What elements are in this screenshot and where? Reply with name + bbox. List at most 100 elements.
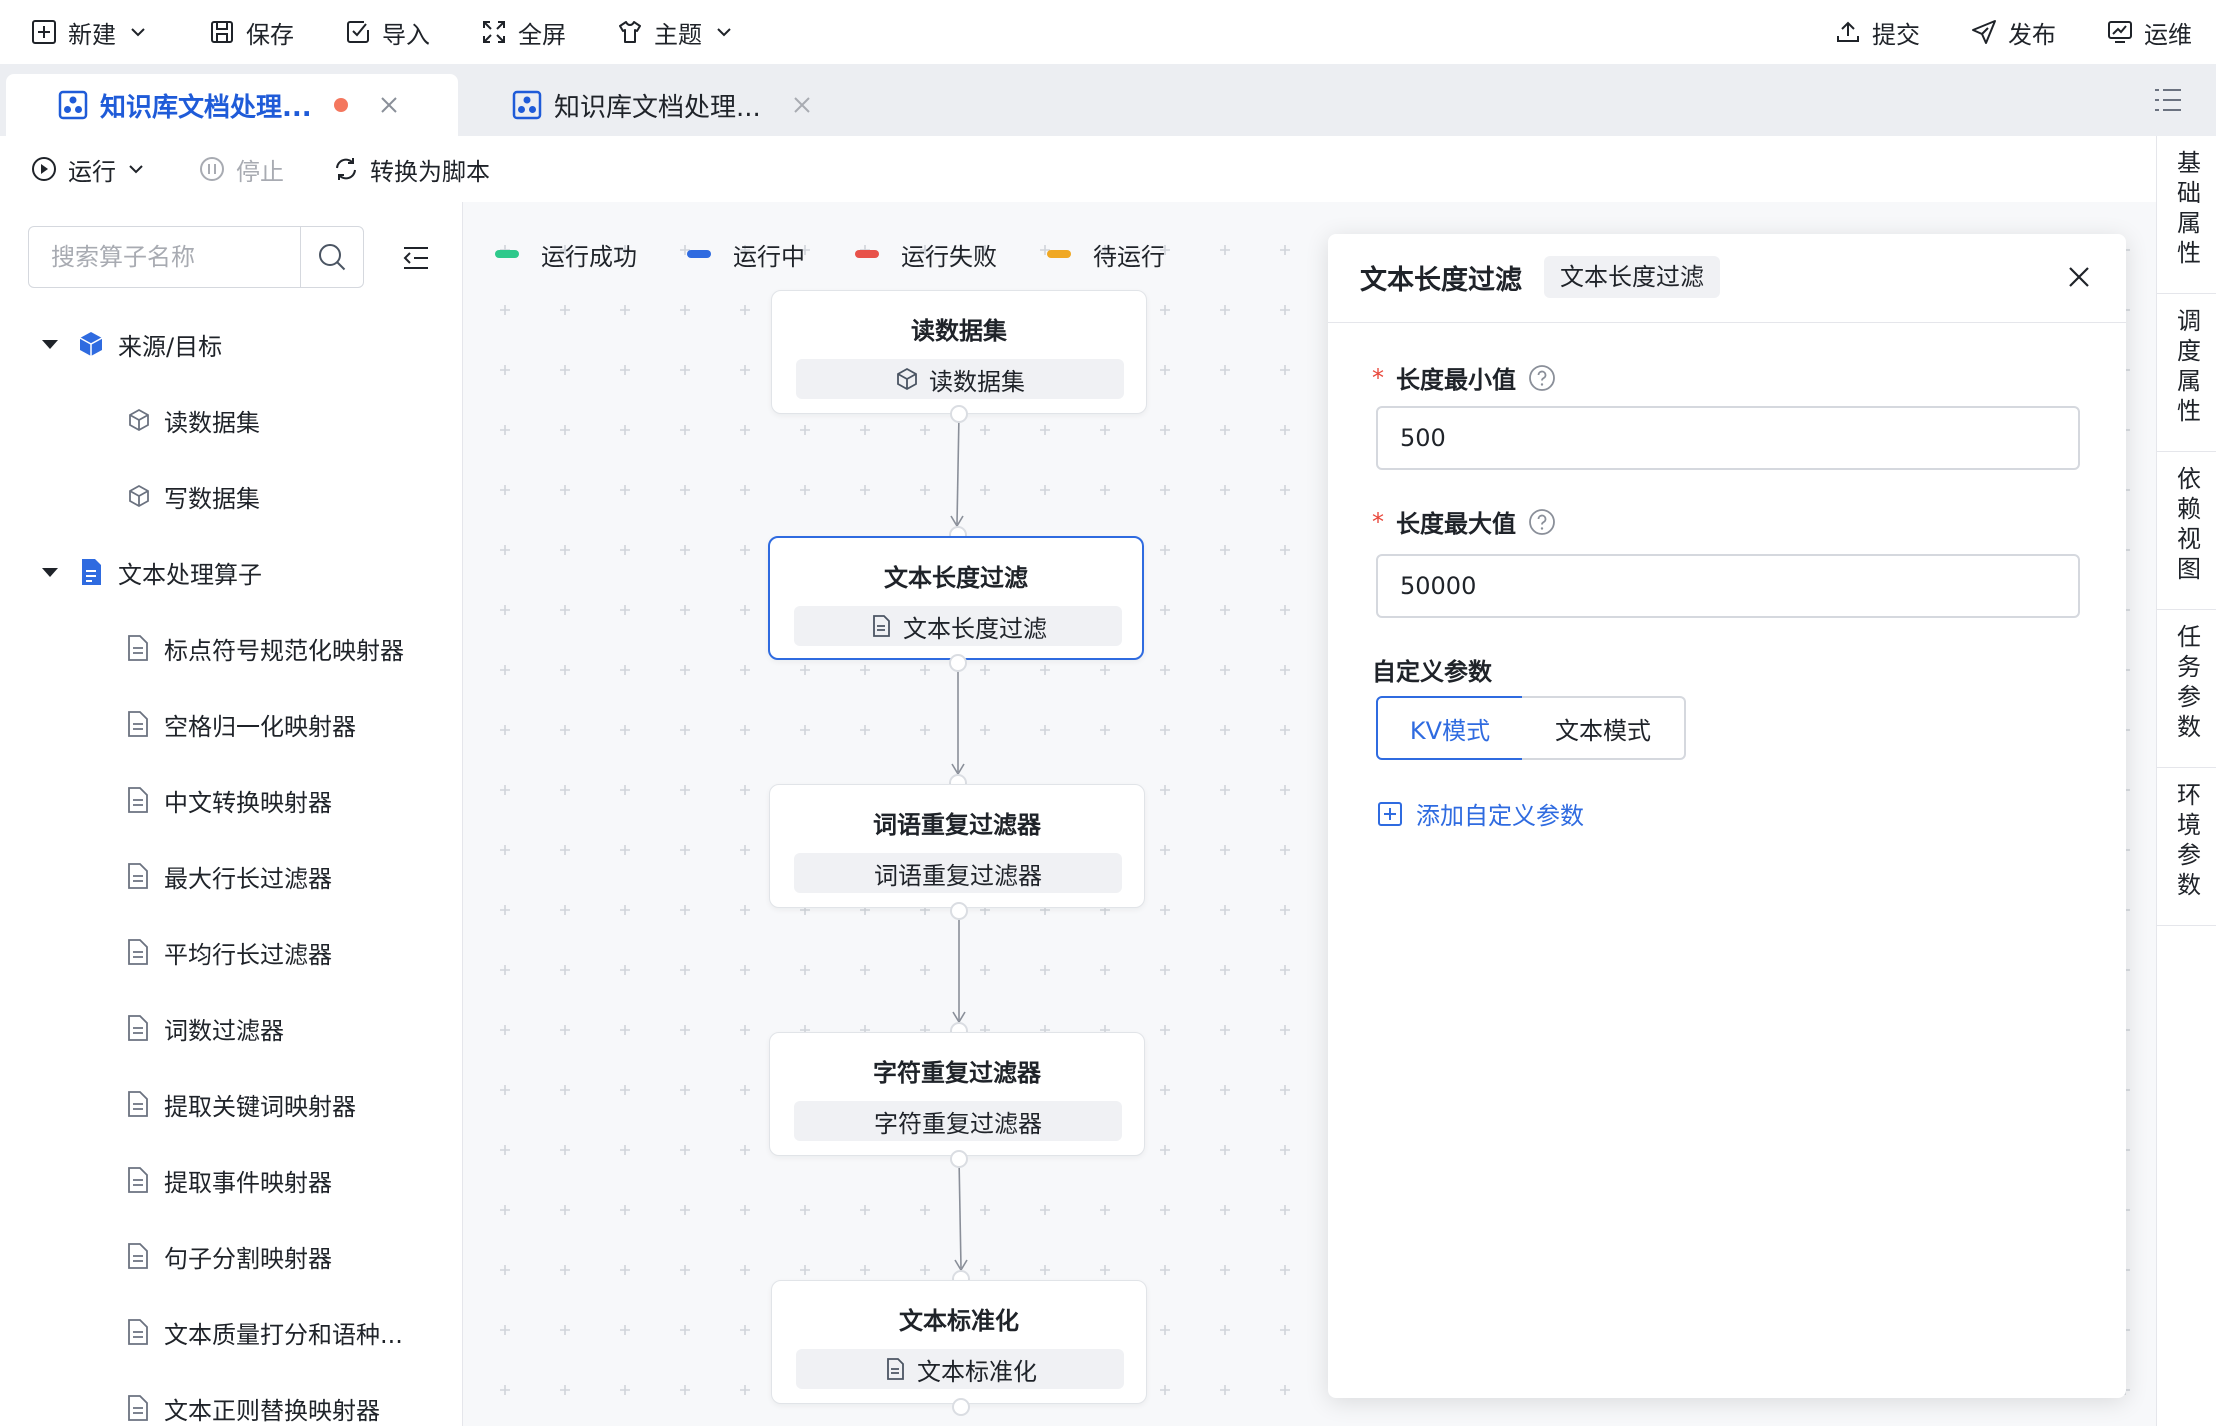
tree-item[interactable]: 平均行长过滤器 [126,932,332,972]
add-custom-param-button[interactable]: 添加自定义参数 [1376,796,1584,831]
tree-item[interactable]: 中文转换映射器 [126,780,332,820]
node-output-port[interactable] [952,1398,970,1416]
tab-basic-properties[interactable]: 基础属性 [2157,136,2216,294]
tree-item[interactable]: 读数据集 [126,400,260,440]
vtab-label: 环境参数 [2172,782,2201,902]
tree-group-source-target[interactable]: 来源/目标 [40,324,222,364]
legend-label: 运行成功 [541,242,637,271]
list-menu-icon[interactable] [2152,84,2184,116]
close-icon[interactable] [378,94,400,116]
flow-node-text-normalize[interactable]: 文本标准化 文本标准化 [771,1280,1147,1404]
help-circle-icon[interactable] [1528,364,1556,392]
node-output-port[interactable] [950,902,968,920]
collapse-sidebar-icon[interactable] [400,242,432,274]
legend-pending: 待运行 [1047,236,1165,272]
tab-task-params[interactable]: 任务参数 [2157,610,2216,768]
tree-item[interactable]: 提取关键词映射器 [126,1084,356,1124]
custom-params-label: 自定义参数 [1372,658,1492,686]
close-icon[interactable] [2066,264,2092,290]
tree-item[interactable]: 写数据集 [126,476,260,516]
fullscreen-button[interactable]: 全屏 [480,0,566,64]
node-title: 文本标准化 [899,1307,1019,1335]
publish-button[interactable]: 发布 [1970,0,2056,64]
tree-item[interactable]: 词数过滤器 [126,1008,284,1048]
max-length-label: * 长度最大值 [1372,504,1556,539]
convert-to-script-button[interactable]: 转换为脚本 [332,136,490,202]
field-label: 长度最大值 [1396,510,1516,538]
vtab-label: 任务参数 [2172,624,2201,744]
new-label: 新建 [68,20,116,49]
close-icon[interactable] [791,94,813,116]
ops-label: 运维 [2144,20,2192,49]
search-input[interactable] [29,242,313,272]
document-icon [128,787,148,813]
caret-down-icon [42,340,58,349]
submit-button[interactable]: 提交 [1834,0,1920,64]
ops-button[interactable]: 运维 [2106,0,2192,64]
node-title: 词语重复过滤器 [873,811,1041,839]
add-param-label: 添加自定义参数 [1416,802,1584,830]
field-label: 长度最小值 [1396,366,1516,394]
legend-swatch [855,250,879,258]
cube-outline-icon [129,484,149,508]
run-toolbar: 运行 停止 转换为脚本 [0,136,2156,203]
submit-label: 提交 [1872,20,1920,49]
text-mode-button[interactable]: 文本模式 [1522,696,1686,760]
flow-node-char-repeat-filter[interactable]: 字符重复过滤器 字符重复过滤器 [769,1032,1145,1156]
tree-item[interactable]: 空格归一化映射器 [126,704,356,744]
node-output-port[interactable] [949,654,967,672]
vtab-label: 调度属性 [2172,308,2201,428]
help-circle-icon[interactable] [1528,508,1556,536]
vtab-label: 基础属性 [2172,150,2201,270]
fullscreen-label: 全屏 [518,20,566,49]
node-output-port[interactable] [950,405,968,423]
tab-dependency-view[interactable]: 依赖视图 [2157,452,2216,610]
shirt-icon [619,21,641,43]
save-label: 保存 [246,20,294,49]
tab-workflow-2[interactable]: 知识库文档处理... [512,74,813,136]
flow-node-word-repeat-filter[interactable]: 词语重复过滤器 词语重复过滤器 [769,784,1145,908]
import-button[interactable]: 导入 [344,0,430,64]
drawer-type-tag: 文本长度过滤 [1544,256,1720,298]
tree-item[interactable]: 标点符号规范化映射器 [126,628,404,668]
tree-group-text-operators[interactable]: 文本处理算子 [40,552,262,592]
min-length-label: * 长度最小值 [1372,360,1556,395]
kv-mode-button[interactable]: KV模式 [1376,696,1524,760]
legend-failed: 运行失败 [855,236,997,272]
new-button[interactable]: 新建 [30,0,148,64]
min-length-input[interactable] [1376,406,2080,470]
tree-item-label: 中文转换映射器 [164,788,332,817]
theme-button[interactable]: 主题 [616,0,734,64]
node-chip-label: 文本标准化 [917,1357,1037,1386]
run-label: 运行 [68,157,116,186]
save-button[interactable]: 保存 [208,0,294,64]
node-output-port[interactable] [950,1150,968,1168]
tree-item-label: 句子分割映射器 [164,1244,332,1273]
legend-swatch [495,250,519,258]
legend-swatch [1047,250,1071,258]
workflow-icon [58,90,88,120]
search-button[interactable] [300,227,363,287]
flow-node-text-length-filter[interactable]: 文本长度过滤 文本长度过滤 [768,536,1144,660]
max-length-input[interactable] [1376,554,2080,618]
flow-node-read-dataset[interactable]: 读数据集 读数据集 [771,290,1147,414]
stop-button[interactable]: 停止 [198,136,284,202]
tree-item[interactable]: 文本正则替换映射器 [126,1388,380,1426]
tab-workflow-active[interactable]: 知识库文档处理... [6,74,458,136]
node-type-chip: 读数据集 [796,359,1124,399]
tree-item[interactable]: 文本质量打分和语种... [126,1312,403,1352]
tab-schedule-properties[interactable]: 调度属性 [2157,294,2216,452]
tab-env-params[interactable]: 环境参数 [2157,768,2216,926]
node-chip-label: 字符重复过滤器 [874,1109,1042,1138]
workflow-icon [512,90,542,120]
tree-item-label: 空格归一化映射器 [164,712,356,741]
tab-label: 知识库文档处理... [554,92,761,123]
import-icon [347,21,369,43]
tree-item[interactable]: 提取事件映射器 [126,1160,332,1200]
document-icon [128,1167,148,1193]
tree-item-label: 文本质量打分和语种... [164,1320,403,1349]
run-button[interactable]: 运行 [30,136,146,202]
node-chip-label: 读数据集 [929,367,1025,396]
tree-item[interactable]: 最大行长过滤器 [126,856,332,896]
tree-item[interactable]: 句子分割映射器 [126,1236,332,1276]
